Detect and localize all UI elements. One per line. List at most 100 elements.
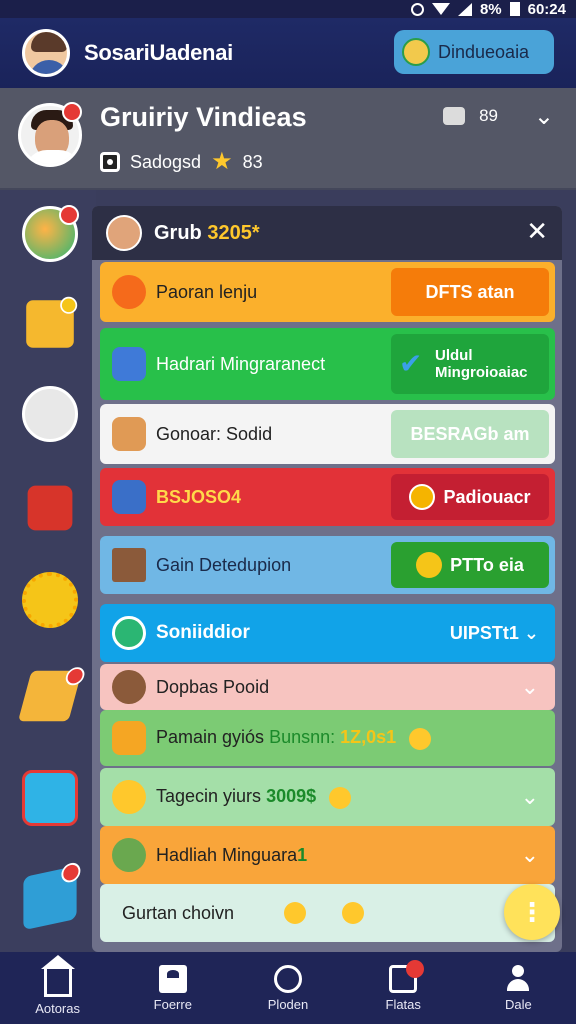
clock-icon — [274, 964, 302, 993]
rail-coin-icon[interactable] — [22, 572, 78, 628]
more-options-button[interactable]: ⋮ — [504, 884, 560, 940]
wifi-icon — [431, 3, 450, 15]
profile-subtitle: Sadogsd — [130, 151, 202, 172]
nav-label: Aotoras — [35, 1000, 80, 1016]
list-item-label: Pamain gyiós Bunsnn: 1Z,0s1 — [156, 726, 432, 750]
chevron-down-icon[interactable]: ⌄ — [521, 784, 539, 810]
chevron-down-icon[interactable]: ⌄ — [534, 102, 554, 131]
app-title: SosariUadenai — [84, 40, 233, 65]
notification-badge — [61, 861, 81, 885]
user-icon — [504, 964, 532, 993]
nav-item-home[interactable]: Aotoras — [0, 952, 115, 1024]
points-indicator[interactable]: 89 — [443, 106, 498, 126]
avatar — [106, 215, 142, 251]
profile-subtitle-row: Sadogsd ★ 83 — [100, 150, 263, 174]
rocket-icon — [112, 275, 146, 309]
home-icon — [40, 954, 75, 997]
panel-title-prefix: Grub — [154, 221, 202, 244]
list-item[interactable]: Dopbas Pooid ⌄ — [100, 664, 555, 710]
signal-icon — [457, 2, 472, 16]
notification-badge — [59, 205, 79, 225]
list-item[interactable]: Paoran lenju DFTS atan — [100, 262, 555, 322]
smiley-icon — [342, 902, 365, 924]
document-icon — [158, 964, 187, 993]
puzzle-icon — [443, 107, 466, 125]
notification-badge — [63, 667, 87, 686]
rail-globe-icon[interactable] — [22, 205, 79, 262]
avatar[interactable] — [22, 29, 70, 77]
gift-icon — [112, 721, 146, 755]
list-item-label: Tagecin yiurs 3009$ — [156, 785, 352, 809]
list-item[interactable]: Tagecin yiurs 3009$ ⌄ — [100, 768, 555, 826]
list-item[interactable]: Gonoar: Sodid BESRAGb am — [100, 404, 555, 464]
list-item-label: Gonoar: Sodid — [156, 423, 273, 444]
notification-badge — [405, 960, 424, 978]
rail-shield-icon[interactable] — [27, 485, 73, 531]
nav-label: Dale — [505, 996, 532, 1012]
rail-ticket-icon[interactable] — [18, 667, 87, 722]
checkmark-icon: ✔ — [399, 347, 423, 379]
coin-icon — [409, 484, 436, 510]
chevron-down-icon[interactable]: ⌄ — [521, 842, 539, 868]
nav-label: Foerre — [153, 996, 192, 1012]
header-action-label: Dindueoaia — [438, 41, 530, 62]
row-action-button[interactable]: PTTo eia — [391, 542, 549, 588]
list-item-label: Dopbas Pooid — [156, 676, 270, 697]
shield-icon — [112, 480, 146, 514]
books-icon — [112, 347, 146, 381]
group-panel: Grub 3205* ✕ Paoran lenju DFTS atan Hadr… — [92, 206, 562, 952]
notification-badge — [60, 296, 78, 314]
row-label-text: Tagecin yiurs — [156, 786, 262, 807]
row-action-button[interactable]: BESRAGb am — [391, 410, 549, 458]
nav-item-profile[interactable]: Dale — [461, 952, 576, 1024]
smiley-icon — [409, 727, 432, 750]
smiley-icon — [416, 552, 443, 578]
profile-card: Gruiriy Vindieas Sadogsd ★ 83 89 ⌄ — [0, 88, 576, 190]
row-dropdown-label: UIPSTt1 — [449, 622, 519, 643]
pet-icon — [112, 417, 146, 451]
sync-icon — [410, 2, 424, 16]
list-item[interactable]: Hadrari Mingraranect ✔ Uldul Mingroioaia… — [100, 328, 555, 400]
row-action-button[interactable]: DFTS atan — [391, 268, 549, 316]
row-action-button[interactable]: Padiouacr — [391, 474, 549, 520]
list-item[interactable]: Gurtan choivn — [100, 884, 555, 942]
nav-item-document[interactable]: Foerre — [115, 952, 230, 1024]
camera-icon[interactable] — [100, 152, 120, 172]
row-value: 3009$ — [266, 786, 317, 807]
clock: 60:24 — [527, 0, 566, 18]
app-header: SosariUadenai Dindueoaia — [0, 18, 576, 88]
list-item[interactable]: Gain Detedupion PTTo eia — [100, 536, 555, 594]
profile-name: Gruiriy Vindieas — [100, 102, 307, 132]
list-item-label: BSJOSO4 — [156, 486, 242, 507]
list-item-label: Soniiddior — [156, 622, 250, 644]
smiley-icon — [329, 786, 352, 809]
list-item[interactable]: Soniiddior UIPSTt1 ⌄ — [100, 604, 555, 662]
nav-label: Ploden — [267, 996, 309, 1012]
list-item-label: Hadliah Minguara1 — [156, 844, 307, 867]
bottom-nav: Aotoras Foerre Ploden Flatas Dale — [0, 952, 576, 1024]
close-icon[interactable]: ✕ — [526, 218, 548, 244]
rail-phone-icon[interactable] — [22, 770, 78, 826]
list-item[interactable]: BSJOSO4 Padiouacr — [100, 468, 555, 526]
status-bar: 8% 60:24 — [0, 0, 576, 18]
nav-label: Flatas — [385, 996, 421, 1012]
header-action-button[interactable]: Dindueoaia — [394, 30, 554, 74]
row-dropdown[interactable]: UIPSTt1 ⌄ — [450, 623, 539, 644]
nav-item-clock[interactable]: Ploden — [230, 952, 345, 1024]
chevron-down-icon[interactable]: ⌄ — [521, 674, 539, 700]
rail-box-icon[interactable] — [26, 296, 78, 348]
row-action-button[interactable]: ✔ Uldul Mingroioaiac — [391, 334, 549, 394]
calendar-icon — [112, 548, 146, 582]
nav-item-inbox[interactable]: Flatas — [346, 952, 461, 1024]
row-value: 1 — [297, 844, 308, 865]
list-item-label: Hadrari Mingraranect — [156, 353, 326, 374]
row-label-text: Hadliah Minguara — [156, 844, 298, 865]
rail-avatar-icon[interactable] — [22, 386, 78, 442]
rail-book-icon[interactable] — [23, 861, 81, 931]
star-count: 83 — [242, 151, 263, 172]
list-item[interactable]: Hadliah Minguara1 ⌄ — [100, 826, 555, 884]
animal-icon — [112, 670, 146, 704]
side-rail — [0, 190, 96, 952]
list-item[interactable]: Pamain gyiós Bunsnn: 1Z,0s1 — [100, 710, 555, 766]
panel-title-value: 3205* — [207, 221, 260, 244]
